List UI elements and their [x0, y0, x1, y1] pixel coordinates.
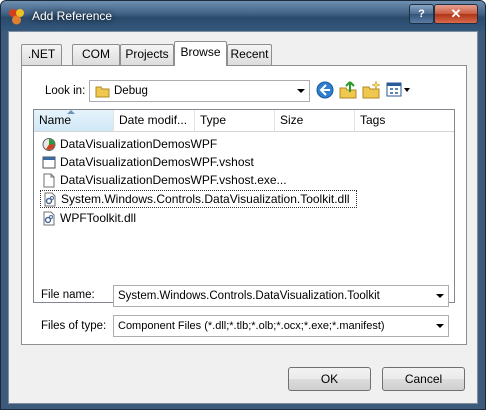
- up-folder-icon[interactable]: [338, 80, 358, 100]
- view-menu-icon[interactable]: [385, 80, 411, 100]
- tab-com[interactable]: COM: [72, 44, 120, 65]
- file-type-dropdown[interactable]: Component Files (*.dll;*.tlb;*.olb;*.ocx…: [113, 315, 449, 337]
- chevron-down-icon: [436, 324, 444, 328]
- chevron-down-icon: [436, 294, 444, 298]
- file-list[interactable]: Name Date modif... Type Size Tags DataVi…: [33, 109, 455, 303]
- column-header-name[interactable]: Name: [34, 110, 114, 132]
- column-header-date-modified[interactable]: Date modif...: [114, 110, 195, 132]
- column-header-tags[interactable]: Tags: [355, 110, 454, 132]
- dialog-client-area: .NET COM Projects Browse Recent Look in:…: [8, 31, 478, 404]
- sort-ascending-icon: [67, 110, 75, 114]
- new-folder-icon[interactable]: [361, 80, 381, 100]
- file-name-label: File name:: [41, 289, 95, 301]
- file-name-input[interactable]: System.Windows.Controls.DataVisualizatio…: [113, 285, 449, 307]
- back-icon[interactable]: [315, 80, 335, 100]
- file-type-label: Files of type:: [41, 320, 107, 332]
- add-reference-dialog: Add Reference ? ✕ .NET COM Projects Brow…: [0, 0, 486, 410]
- application-icon: [42, 138, 56, 151]
- title-bar[interactable]: Add Reference ? ✕: [1, 1, 485, 31]
- look-in-label: Look in:: [45, 85, 86, 97]
- help-button[interactable]: ?: [409, 4, 434, 24]
- chevron-down-icon: [297, 89, 305, 93]
- file-row[interactable]: WPFToolkit.dll: [40, 210, 136, 228]
- window-title: Add Reference: [32, 9, 113, 23]
- dll-file-icon: [43, 211, 55, 226]
- blank-file-icon: [43, 173, 55, 188]
- file-row[interactable]: DataVisualizationDemosWPF.vshost.exe...: [40, 172, 287, 190]
- tab-browse[interactable]: Browse: [174, 41, 227, 66]
- cancel-button[interactable]: Cancel: [382, 367, 465, 391]
- folder-icon: [95, 86, 110, 98]
- column-header-type[interactable]: Type: [195, 110, 275, 132]
- tab-net[interactable]: .NET: [21, 44, 62, 65]
- tab-recent[interactable]: Recent: [227, 44, 272, 65]
- dll-file-icon: [44, 192, 56, 207]
- look-in-dropdown[interactable]: Debug: [89, 80, 310, 102]
- look-in-value: Debug: [114, 85, 148, 97]
- file-row-selected[interactable]: System.Windows.Controls.DataVisualizatio…: [40, 190, 357, 208]
- close-button[interactable]: ✕: [434, 4, 478, 24]
- ok-button[interactable]: OK: [288, 367, 371, 391]
- references-app-icon: [9, 9, 24, 25]
- file-row[interactable]: DataVisualizationDemosWPF: [40, 136, 217, 154]
- column-header-size[interactable]: Size: [275, 110, 355, 132]
- file-row[interactable]: DataVisualizationDemosWPF.vshost: [40, 154, 254, 172]
- tab-projects[interactable]: Projects: [120, 44, 174, 65]
- window-app-icon: [42, 156, 56, 169]
